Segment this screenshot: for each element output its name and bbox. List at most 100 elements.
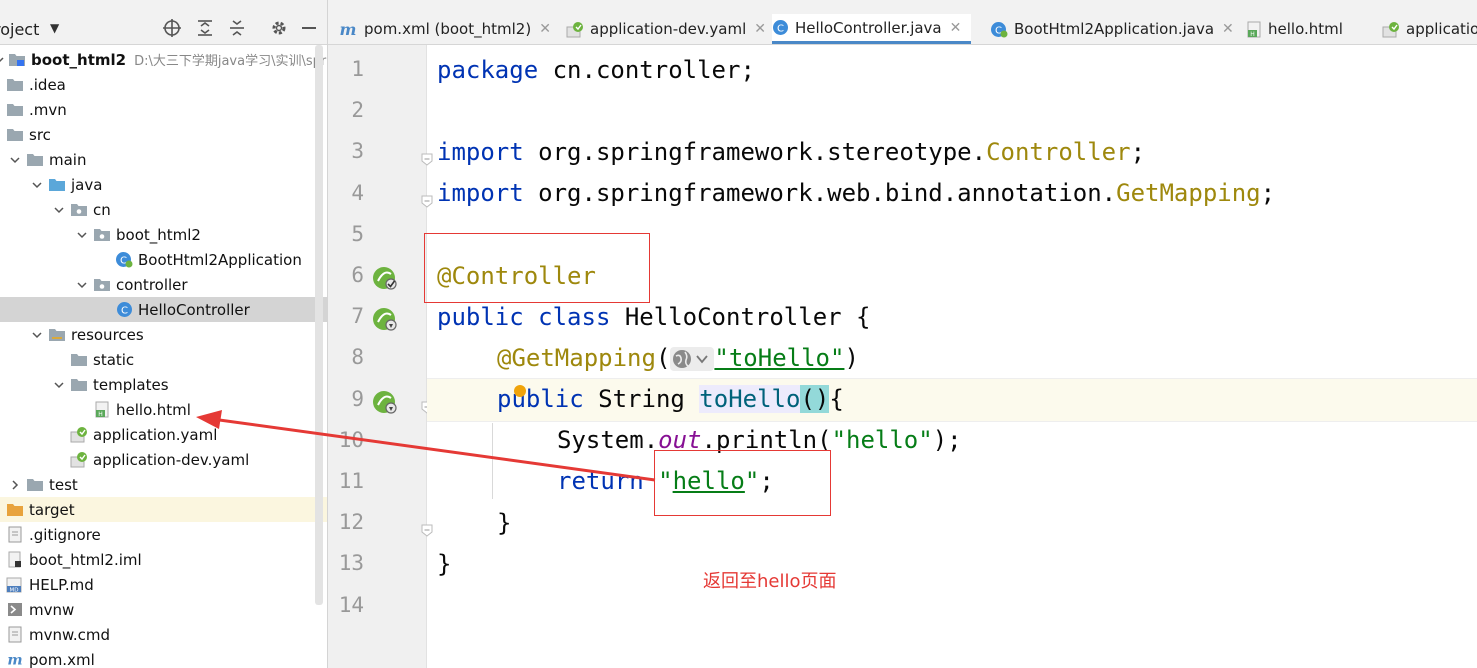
globe-icon[interactable] bbox=[670, 347, 715, 371]
bean-check-icon[interactable] bbox=[371, 265, 399, 293]
close-icon[interactable]: ✕ bbox=[950, 20, 962, 36]
module-path: D:\大三下学期java学习\实训\spri bbox=[134, 54, 328, 69]
tree-item-controller[interactable]: controller bbox=[0, 272, 327, 297]
chevron-down-icon[interactable] bbox=[8, 153, 22, 167]
svg-text:m: m bbox=[340, 21, 357, 38]
chevron-down-icon[interactable] bbox=[30, 178, 44, 192]
tree-item-label: HELP.md bbox=[29, 575, 94, 594]
tree-item-cn[interactable]: cn bbox=[0, 197, 327, 222]
tree-item-idea[interactable]: .idea bbox=[0, 72, 327, 97]
svg-text:C: C bbox=[777, 24, 784, 35]
close-icon[interactable]: ✕ bbox=[1222, 21, 1234, 37]
chevron-down-icon[interactable] bbox=[52, 378, 66, 392]
line-number: 13 bbox=[338, 551, 364, 576]
tree-item-src[interactable]: src bbox=[0, 122, 327, 147]
gear-icon[interactable] bbox=[269, 18, 289, 38]
folder-src-icon bbox=[48, 177, 66, 193]
package-icon bbox=[70, 202, 88, 218]
tree-item-boothtml2application[interactable]: C BootHtml2Application bbox=[0, 247, 327, 272]
bean-navigate-icon[interactable] bbox=[371, 306, 399, 334]
indent-guide bbox=[492, 423, 493, 499]
tree-item-help-md[interactable]: MD HELP.md bbox=[0, 572, 327, 597]
tree-item-static[interactable]: static bbox=[0, 347, 327, 372]
tree-item-target[interactable]: target bbox=[0, 497, 327, 522]
chevron-down-icon[interactable] bbox=[0, 53, 4, 67]
folder-icon bbox=[6, 127, 24, 143]
tree-item-label: target bbox=[29, 500, 75, 519]
tree-item-mvnw[interactable]: mvnw bbox=[0, 597, 327, 622]
tree-item-java[interactable]: java bbox=[0, 172, 327, 197]
shell-icon bbox=[6, 602, 24, 618]
tree-item-main[interactable]: main bbox=[0, 147, 327, 172]
code-line-3: import org.springframework.stereotype.Co… bbox=[437, 138, 1146, 166]
code-line-12: } bbox=[497, 509, 512, 537]
maven-icon: m bbox=[338, 21, 358, 38]
tree-item-test[interactable]: test bbox=[0, 472, 327, 497]
tab-hello-html[interactable]: Hhello.html bbox=[1246, 14, 1353, 44]
tree-item-application-yaml[interactable]: application.yaml bbox=[0, 422, 327, 447]
tree-item-label: hello.html bbox=[116, 400, 191, 419]
file-icon bbox=[6, 526, 24, 543]
code-line-1: package cn.controller; bbox=[437, 56, 755, 84]
tab-pom-xml-boot-html2[interactable]: m pom.xml (boot_html2) ✕ bbox=[338, 14, 561, 44]
code-editor[interactable]: package cn.controller; import org.spring… bbox=[424, 45, 1477, 668]
bean-navigate-icon[interactable] bbox=[371, 389, 399, 417]
tree-item-mvnw-cmd[interactable]: mvnw.cmd bbox=[0, 622, 327, 647]
tree-item-label: static bbox=[93, 350, 135, 369]
tree-item-boot-html2-iml[interactable]: boot_html2.iml bbox=[0, 547, 327, 572]
tree-item-gitignore[interactable]: .gitignore bbox=[0, 522, 327, 547]
tree-item-templates[interactable]: templates bbox=[0, 372, 327, 397]
line-number: 12 bbox=[338, 510, 364, 535]
hide-panel-icon[interactable] bbox=[299, 18, 319, 38]
tree-scrollbar[interactable] bbox=[315, 45, 323, 605]
folder-icon bbox=[6, 102, 24, 118]
tab-hellocontroller-java[interactable]: C HelloController.java ✕ bbox=[772, 14, 972, 44]
line-number: 3 bbox=[351, 139, 364, 164]
tab-label: applicatio bbox=[1406, 20, 1477, 38]
tab-applicatio[interactable]: applicatio bbox=[1382, 14, 1477, 44]
intention-bulb-icon[interactable] bbox=[514, 385, 526, 397]
tab-label: HelloController.java bbox=[795, 18, 942, 37]
tab-label: pom.xml (boot_html2) bbox=[364, 20, 532, 38]
tab-boothtml2application-java[interactable]: C BootHtml2Application.java ✕ bbox=[990, 14, 1244, 44]
chevron-right-icon[interactable] bbox=[8, 478, 22, 492]
folder-excluded-icon bbox=[6, 502, 24, 518]
tree-item-label: application-dev.yaml bbox=[93, 450, 250, 469]
tree-item-label: mvnw.cmd bbox=[29, 625, 111, 644]
expand-all-icon[interactable] bbox=[195, 18, 215, 38]
package-icon bbox=[93, 277, 111, 293]
tree-item-label: boot_html2 bbox=[116, 225, 201, 244]
close-icon[interactable]: ✕ bbox=[539, 21, 551, 37]
folder-icon bbox=[70, 377, 88, 393]
chevron-down-icon[interactable] bbox=[30, 328, 44, 342]
tree-item-application-dev-yaml[interactable]: application-dev.yaml bbox=[0, 447, 327, 472]
chevron-down-icon[interactable] bbox=[75, 278, 89, 292]
tree-item-hellocontroller[interactable]: C HelloController bbox=[0, 297, 327, 322]
chevron-down-icon[interactable] bbox=[75, 228, 89, 242]
iml-icon bbox=[6, 551, 24, 568]
tree-item-boot-html2[interactable]: boot_html2 D:\大三下学期java学习\实训\spri bbox=[0, 47, 327, 72]
annotation-box-return bbox=[654, 450, 831, 516]
collapse-all-icon[interactable] bbox=[227, 18, 247, 38]
line-number: 2 bbox=[351, 98, 364, 123]
tree-item-boot-html2[interactable]: boot_html2 bbox=[0, 222, 327, 247]
line-number: 14 bbox=[338, 592, 364, 617]
chevron-down-icon[interactable] bbox=[52, 203, 66, 217]
package-icon bbox=[93, 227, 111, 243]
folder-icon bbox=[70, 352, 88, 368]
tree-item-hello-html[interactable]: Hhello.html bbox=[0, 397, 327, 422]
tree-item-label: resources bbox=[71, 325, 144, 344]
chevron-down-icon[interactable]: ▼ bbox=[50, 21, 59, 35]
line-number: 6 bbox=[351, 263, 364, 287]
locate-icon[interactable] bbox=[162, 18, 182, 38]
project-view-title[interactable]: roject bbox=[0, 20, 39, 39]
tree-item-pom-xml[interactable]: m pom.xml bbox=[0, 647, 327, 668]
tree-item-resources[interactable]: resources bbox=[0, 322, 327, 347]
line-number: 5 bbox=[351, 221, 364, 246]
close-icon[interactable]: ✕ bbox=[754, 21, 766, 37]
tab-application-dev-yaml[interactable]: application-dev.yaml ✕ bbox=[566, 14, 776, 44]
annotation-box-controller bbox=[424, 233, 650, 303]
tree-item-mvn[interactable]: .mvn bbox=[0, 97, 327, 122]
tab-label: hello.html bbox=[1268, 20, 1343, 38]
code-line-9: public String toHello(){ bbox=[497, 385, 844, 413]
